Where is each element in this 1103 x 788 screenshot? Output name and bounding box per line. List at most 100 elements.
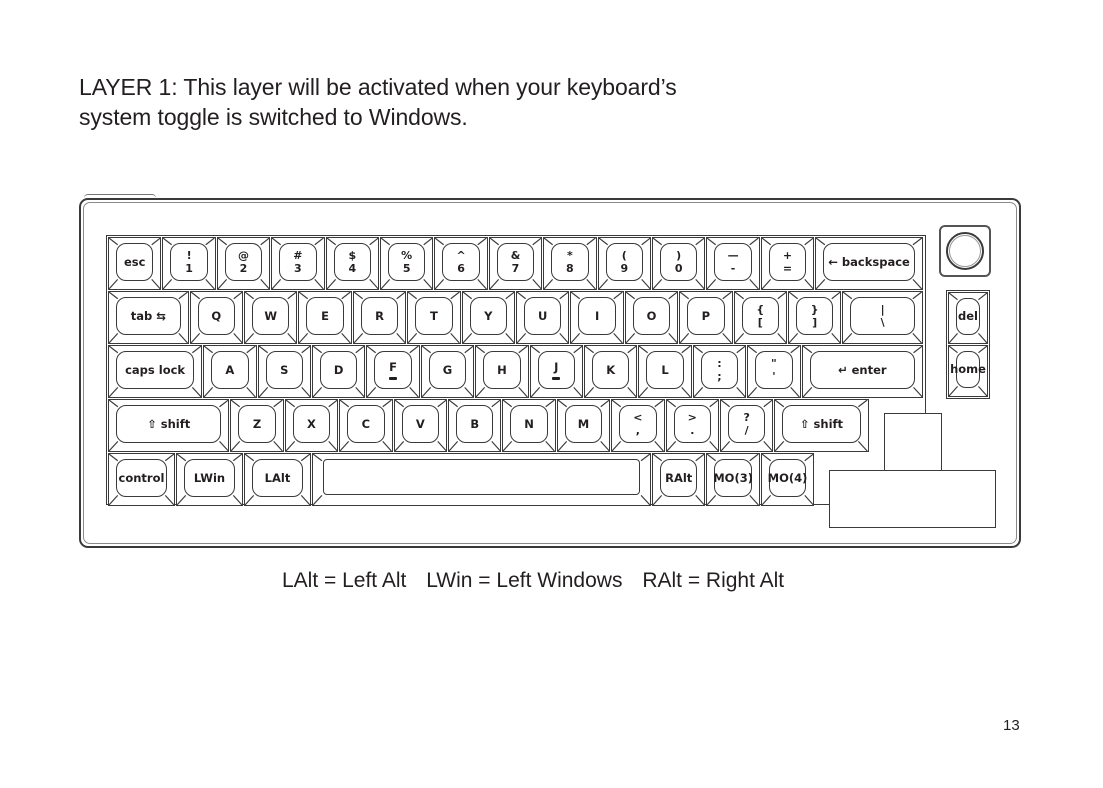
key-period[interactable]: >. [665, 399, 719, 452]
key-y[interactable]: Y [461, 291, 515, 344]
keycap-shift-legend: ! [186, 249, 192, 262]
key-i[interactable]: I [570, 291, 624, 344]
keycap-legend: A [211, 351, 249, 389]
key-b[interactable]: B [448, 399, 502, 452]
keycap-shift-legend: * [567, 249, 573, 262]
key-esc[interactable]: esc [108, 237, 162, 290]
key-backslash[interactable]: | \ [842, 291, 923, 344]
key-5[interactable]: % 5 [380, 237, 434, 290]
key-p[interactable]: P [679, 291, 733, 344]
key-home[interactable]: home [948, 345, 988, 397]
keycap-label: O [646, 308, 657, 323]
key-m[interactable]: M [556, 399, 611, 452]
key-lwin[interactable]: LWin [176, 453, 243, 506]
key-d[interactable]: D [312, 345, 366, 398]
key-4[interactable]: $4 [325, 237, 379, 290]
key-lalt[interactable]: LAlt [244, 453, 311, 506]
key-right-bracket[interactable]: }] [788, 291, 842, 344]
key-e[interactable]: E [298, 291, 352, 344]
key-caps-lock[interactable]: caps lock [108, 345, 203, 398]
key-quote[interactable]: " ' [747, 345, 801, 398]
key-control[interactable]: control [108, 453, 175, 506]
key-h[interactable]: H [475, 345, 529, 398]
key-c[interactable]: C [339, 399, 393, 452]
keycap-label: LAlt [264, 470, 291, 485]
key-8[interactable]: * 8 [543, 237, 597, 290]
key-del[interactable]: del [948, 292, 988, 344]
key-n[interactable]: N [502, 399, 556, 452]
keycap-shift-legend: ? [743, 411, 750, 424]
keycap-legend: tab ⇆ [116, 297, 181, 335]
keycap-shift-legend: # [293, 249, 303, 262]
keycap-legend: ? / [728, 405, 766, 443]
homing-bump-icon [389, 376, 398, 380]
keycap-legend: MO(4) [767, 459, 808, 497]
key-s[interactable]: S [257, 345, 311, 398]
keycap-base-legend: ; [717, 370, 722, 383]
keycap-base-legend: [ [757, 316, 763, 329]
key-0[interactable]: ) 0 [652, 237, 706, 290]
keycap-base-legend: . [690, 424, 695, 437]
key-r[interactable]: R [352, 291, 407, 344]
key-backspace[interactable]: ← backspace [815, 237, 923, 290]
key-mo-4[interactable]: MO(4) [760, 453, 815, 506]
homing-bump-icon [552, 376, 561, 380]
key-q[interactable]: Q [189, 291, 243, 344]
keycap-legend: ) 0 [660, 243, 698, 281]
key-slash[interactable]: ? / [720, 399, 774, 452]
key-shift[interactable]: ⇧ shift [108, 399, 230, 452]
keycap-legend: H [483, 351, 521, 389]
key-equals[interactable]: + = [760, 237, 815, 290]
key-semicolon[interactable]: :; [692, 345, 747, 398]
key-z[interactable]: Z [230, 399, 284, 452]
key-6[interactable]: ^ 6 [434, 237, 488, 290]
knob-icon [946, 232, 984, 270]
key-left-bracket[interactable]: {[ [733, 291, 787, 344]
key-mo-3[interactable]: MO(3) [706, 453, 760, 506]
key-9[interactable]: (9 [597, 237, 651, 290]
keycap-base-legend: 0 [674, 262, 683, 275]
key-2[interactable]: @2 [216, 237, 271, 290]
keycap-base-legend: 8 [566, 262, 574, 275]
key-w[interactable]: W [244, 291, 298, 344]
key-enter[interactable]: ↵ enter [801, 345, 923, 398]
key-v[interactable]: V [393, 399, 447, 452]
key-spacebar[interactable] [312, 453, 651, 506]
key-1[interactable]: ! 1 [162, 237, 216, 290]
keycap-label: ⇧ shift [147, 416, 191, 431]
key-minus[interactable]: — - [706, 237, 760, 290]
keycap-label: X [307, 416, 316, 431]
key-o[interactable]: O [624, 291, 679, 344]
key-t[interactable]: T [407, 291, 461, 344]
keycap-label: R [375, 308, 384, 323]
key-f[interactable]: F [366, 345, 420, 398]
keycap-legend: V [401, 405, 439, 443]
keycap-label: control [118, 470, 165, 485]
key-l[interactable]: L [638, 345, 692, 398]
keycap-label: U [538, 308, 548, 323]
key-7[interactable]: & 7 [488, 237, 543, 290]
key-j[interactable]: J [529, 345, 583, 398]
key-3[interactable]: #3 [271, 237, 325, 290]
keycap-legend: D [320, 351, 358, 389]
key-u[interactable]: U [516, 291, 570, 344]
key-x[interactable]: X [284, 399, 339, 452]
keycap-label: MO(4) [767, 470, 808, 485]
keycap-legend: Y [469, 297, 507, 335]
keycap-label: P [701, 308, 711, 323]
key-ralt[interactable]: RAlt [652, 453, 706, 506]
keycap-legend: T [415, 297, 453, 335]
keycap-legend: #3 [279, 243, 317, 281]
key-comma[interactable]: <, [611, 399, 665, 452]
keycap-legend: ⇧ shift [782, 405, 861, 443]
key-tab[interactable]: tab ⇆ [108, 291, 189, 344]
key-a[interactable]: A [203, 345, 257, 398]
key-shift[interactable]: ⇧ shift [774, 399, 869, 452]
rotary-knob[interactable] [939, 225, 991, 277]
keycap-label: home [950, 362, 986, 376]
layer-description-line-1: LAYER 1: This layer will be activated wh… [79, 74, 677, 100]
key-g[interactable]: G [420, 345, 475, 398]
key-k[interactable]: K [584, 345, 638, 398]
legend-lwin: LWin = Left Windows [426, 569, 623, 592]
page-number: 13 [1003, 717, 1020, 734]
